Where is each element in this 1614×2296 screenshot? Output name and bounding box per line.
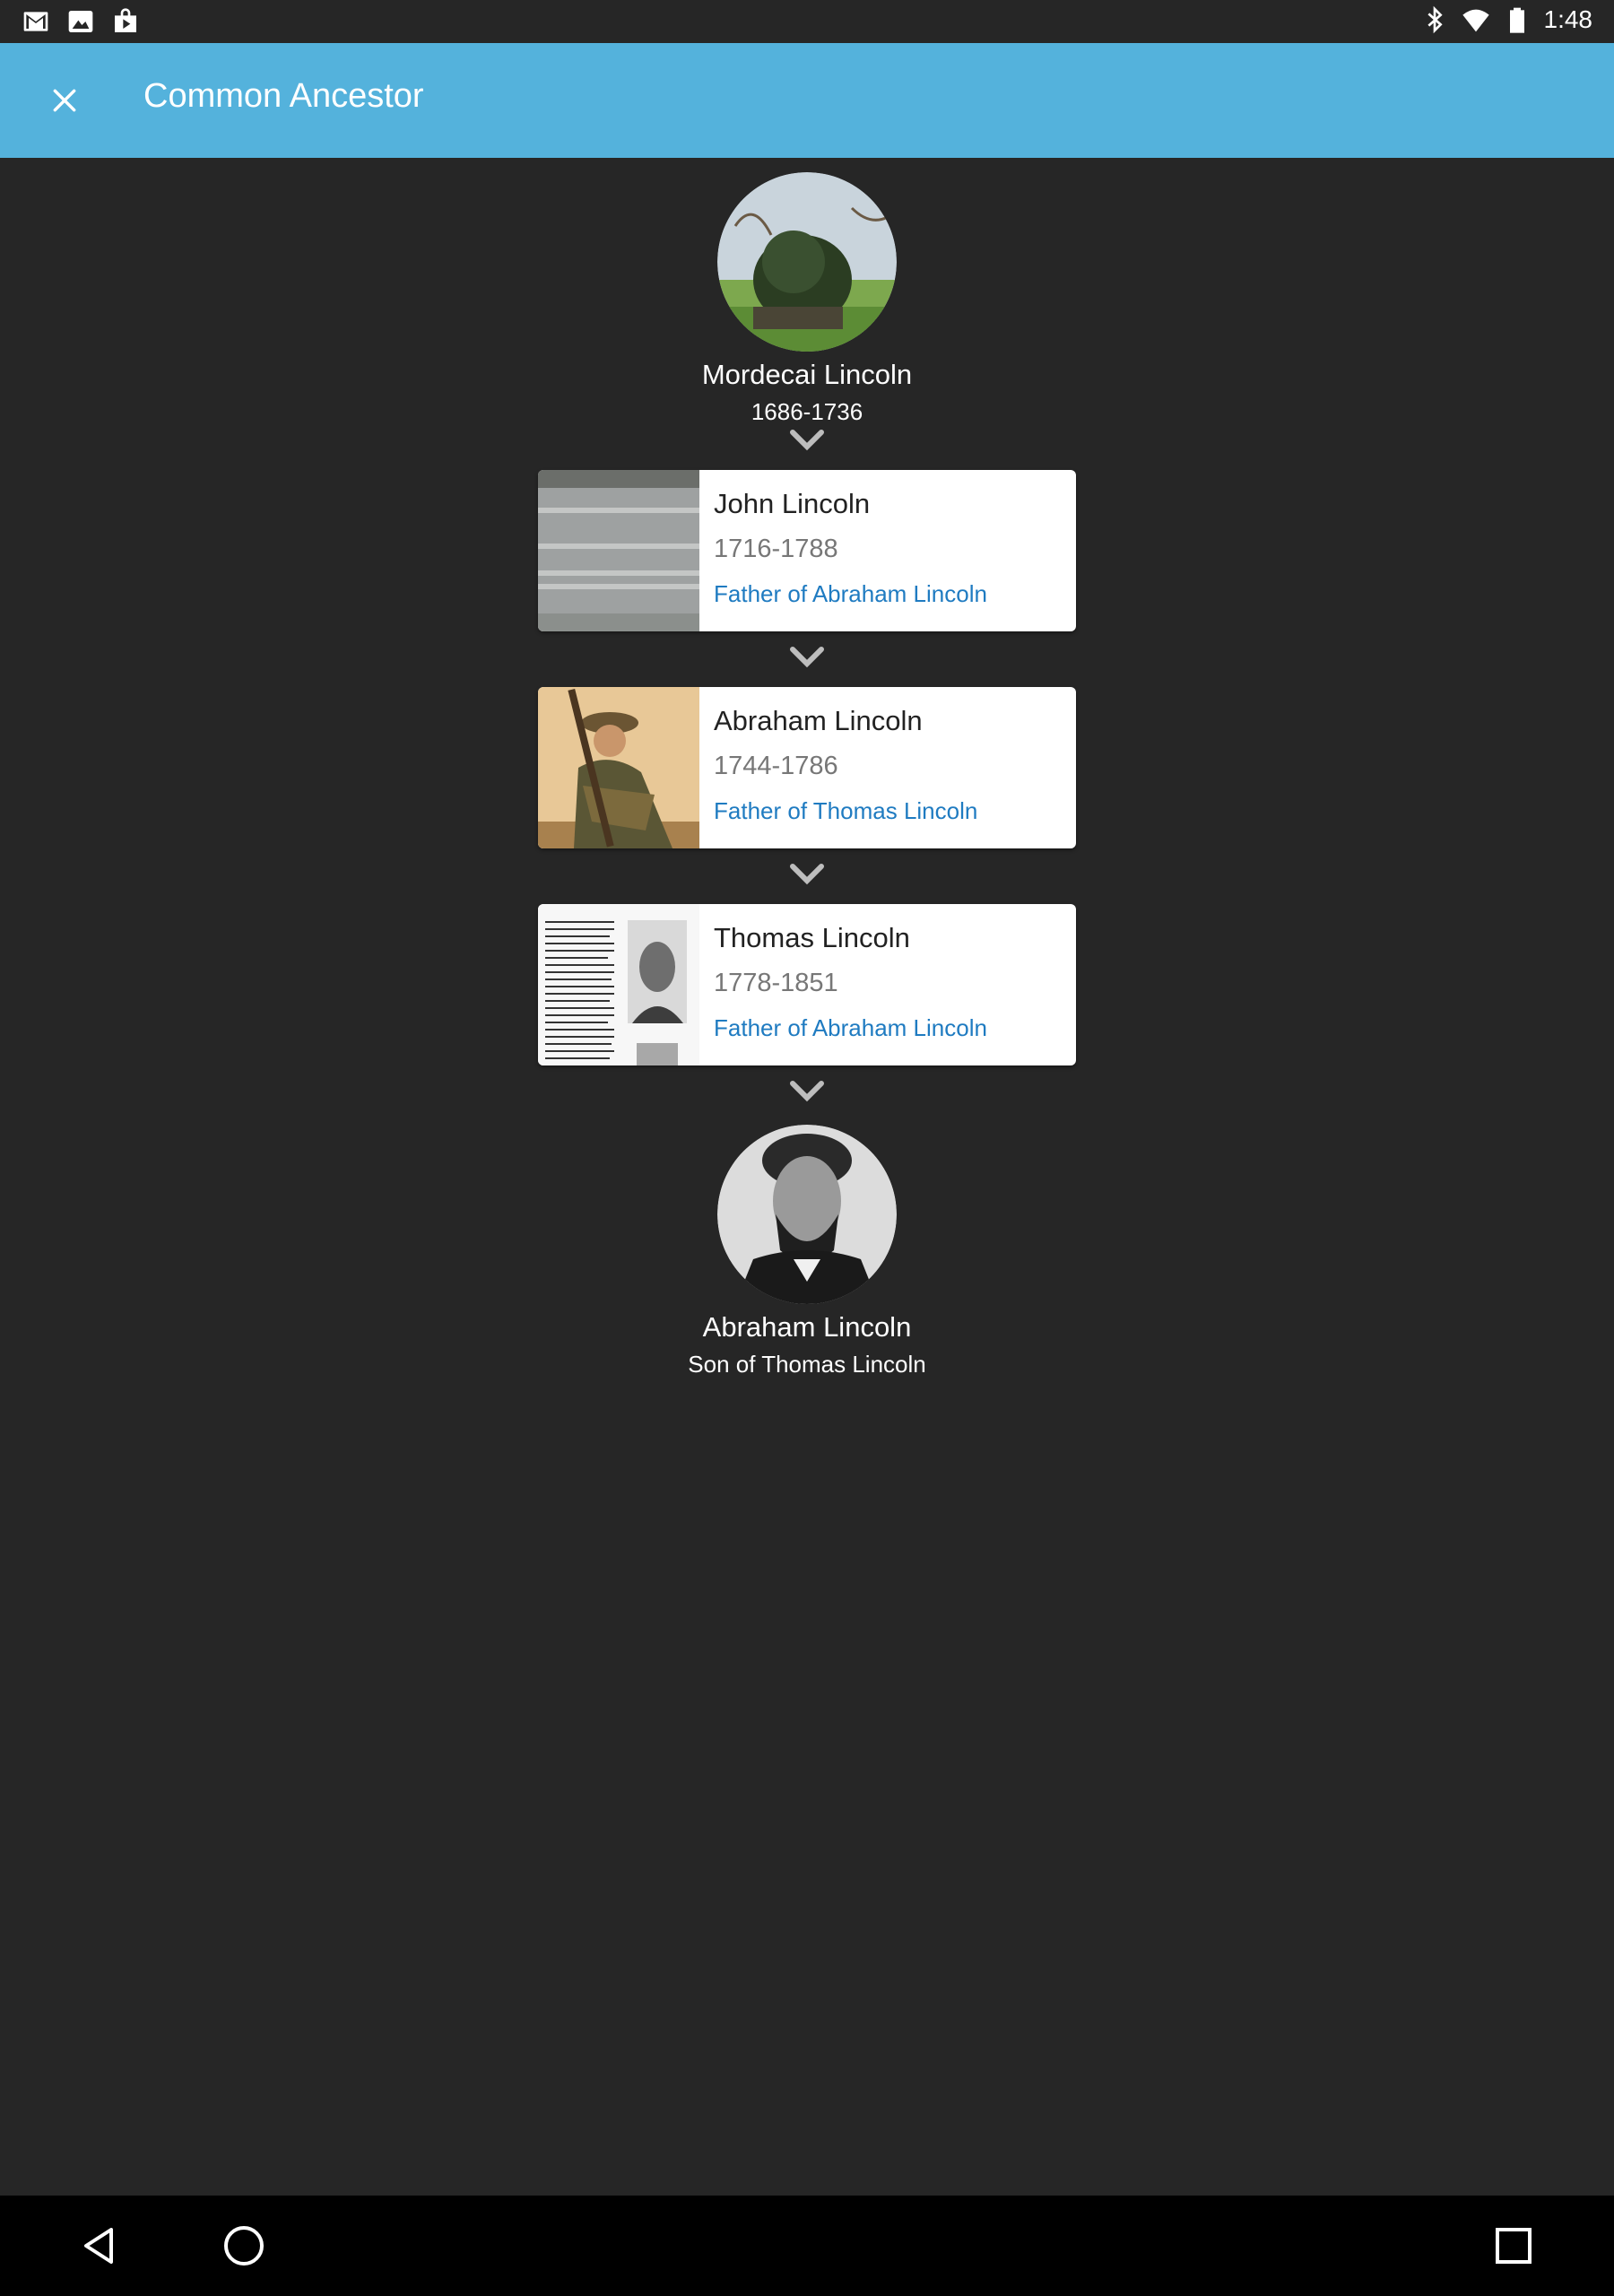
page-title: Common Ancestor	[143, 77, 424, 115]
app-bar: Common Ancestor	[0, 43, 1614, 158]
battery-icon	[1509, 7, 1524, 33]
recents-icon[interactable]	[1488, 2221, 1539, 2271]
card-relation: Father of Abraham Lincoln	[714, 1014, 987, 1041]
chevron-down-icon	[790, 647, 824, 668]
navigation-bar	[0, 2196, 1614, 2296]
card-years: 1778-1851	[714, 969, 838, 997]
chevron-down-icon	[790, 864, 824, 885]
card-name: Abraham Lincoln	[714, 705, 923, 736]
ancestor-chain: Mordecai Lincoln 1686-1736 John Lincoln …	[0, 158, 1614, 2196]
ancestor-card-john-lincoln[interactable]: John Lincoln 1716-1788 Father of Abraham…	[538, 470, 1076, 631]
close-button[interactable]	[36, 72, 93, 129]
root-ancestor[interactable]: Mordecai Lincoln 1686-1736	[0, 172, 1614, 426]
card-name: Thomas Lincoln	[714, 922, 910, 953]
home-icon[interactable]	[219, 2221, 269, 2271]
descendant-name: Abraham Lincoln	[702, 1311, 912, 1343]
chevron-down-icon	[790, 430, 824, 451]
card-relation: Father of Abraham Lincoln	[714, 580, 987, 607]
root-ancestor-photo	[717, 172, 897, 352]
frontiersman-painting	[538, 687, 699, 848]
card-years: 1716-1788	[714, 535, 838, 563]
status-bar: 1:48	[0, 0, 1614, 43]
ancestor-card-abraham-lincoln-1744[interactable]: Abraham Lincoln 1744-1786 Father of Thom…	[538, 687, 1076, 848]
root-ancestor-name: Mordecai Lincoln	[701, 359, 913, 390]
wifi-icon	[1462, 9, 1489, 32]
card-relation: Father of Thomas Lincoln	[714, 797, 978, 824]
clock: 1:48	[1543, 5, 1593, 33]
bluetooth-icon	[1427, 5, 1443, 34]
descendant-portrait	[717, 1125, 897, 1304]
play-store-icon	[115, 8, 136, 33]
gmail-icon	[23, 12, 48, 31]
root-ancestor-years: 1686-1736	[751, 398, 863, 425]
card-name: John Lincoln	[714, 488, 871, 519]
descendant-relation: Son of Thomas Lincoln	[688, 1351, 926, 1378]
chevron-down-icon	[790, 1081, 824, 1102]
gravestone-photo	[538, 470, 699, 631]
document-scan	[538, 904, 699, 1065]
back-icon[interactable]	[75, 2221, 126, 2271]
close-icon	[53, 89, 76, 112]
ancestor-card-thomas-lincoln[interactable]: Thomas Lincoln 1778-1851 Father of Abrah…	[538, 904, 1076, 1065]
card-years: 1744-1786	[714, 752, 838, 780]
photos-icon	[68, 11, 93, 32]
descendant-person[interactable]: Abraham Lincoln Son of Thomas Lincoln	[0, 1125, 1614, 1378]
